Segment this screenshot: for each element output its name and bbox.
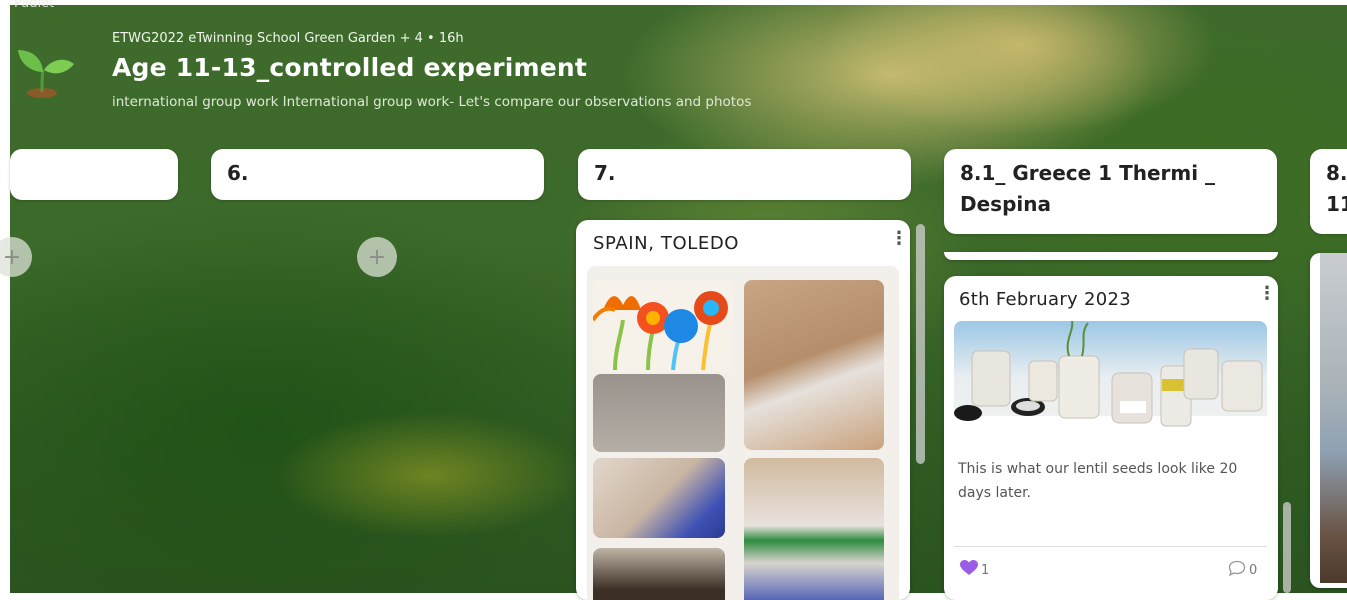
plus-icon: + bbox=[2, 244, 22, 270]
post-card-partial[interactable] bbox=[1310, 253, 1347, 588]
column-scrollbar[interactable] bbox=[1283, 502, 1291, 593]
board-subtitle: international group work International g… bbox=[112, 94, 752, 110]
post-card-stub bbox=[944, 252, 1278, 260]
post-card-spain[interactable]: SPAIN, TOLEDO ⋮ bbox=[576, 220, 910, 600]
post-card-greece[interactable]: 6th February 2023 ⋮ This is what our len… bbox=[944, 276, 1278, 600]
photo-collage[interactable] bbox=[587, 266, 899, 600]
like-count: 1 bbox=[981, 562, 990, 578]
comment-button[interactable]: 0 bbox=[1228, 560, 1257, 581]
plus-icon: + bbox=[367, 244, 387, 270]
add-post-button[interactable]: + bbox=[357, 237, 397, 277]
more-options-icon[interactable]: ⋮ bbox=[890, 228, 908, 249]
post-title: 6th February 2023 bbox=[959, 289, 1132, 310]
post-divider bbox=[954, 546, 1267, 547]
column-header-7[interactable]: 7. bbox=[578, 149, 911, 200]
like-button[interactable]: 1 bbox=[960, 560, 989, 580]
photo-magnifier-gloves bbox=[593, 458, 725, 538]
board-title: Age 11-13_controlled experiment bbox=[112, 53, 588, 82]
column-title: 6. bbox=[227, 161, 249, 185]
board-breadcrumb[interactable]: ETWG2022 eTwinning School Green Garden +… bbox=[112, 31, 464, 46]
app-brand[interactable]: Padlet bbox=[14, 0, 54, 11]
column-header-5[interactable] bbox=[10, 149, 178, 200]
column-header-8-1[interactable]: 8.1_ Greece 1 Thermi _ Despina bbox=[944, 149, 1277, 234]
column-title: 7. bbox=[594, 161, 616, 185]
comment-count: 0 bbox=[1249, 563, 1258, 578]
column-header-6[interactable]: 6. bbox=[211, 149, 544, 200]
column-title: 8. bbox=[1326, 161, 1347, 185]
photo-lentil-jars[interactable] bbox=[954, 321, 1267, 447]
column-header-8-2[interactable]: 8. 11 bbox=[1310, 149, 1347, 234]
seedling-logo-icon bbox=[16, 42, 78, 100]
column-scrollbar[interactable] bbox=[916, 224, 925, 464]
photo-petri-dish bbox=[593, 374, 725, 452]
more-options-icon[interactable]: ⋮ bbox=[1258, 283, 1276, 304]
post-title: SPAIN, TOLEDO bbox=[593, 233, 740, 254]
photo-plastic-container bbox=[744, 280, 884, 450]
comment-bubble-icon bbox=[1228, 560, 1246, 581]
photo-seedlings-pot bbox=[593, 548, 725, 600]
flowers-illustration bbox=[593, 280, 733, 372]
heart-icon bbox=[960, 560, 978, 580]
photo-map bbox=[1320, 253, 1347, 583]
post-body: This is what our lentil seeds look like … bbox=[958, 461, 1238, 501]
column-title: 8.1_ Greece 1 Thermi _ Despina bbox=[960, 161, 1216, 216]
column-title-line2: 11 bbox=[1326, 192, 1347, 216]
photo-green-lid-jar bbox=[744, 458, 884, 600]
